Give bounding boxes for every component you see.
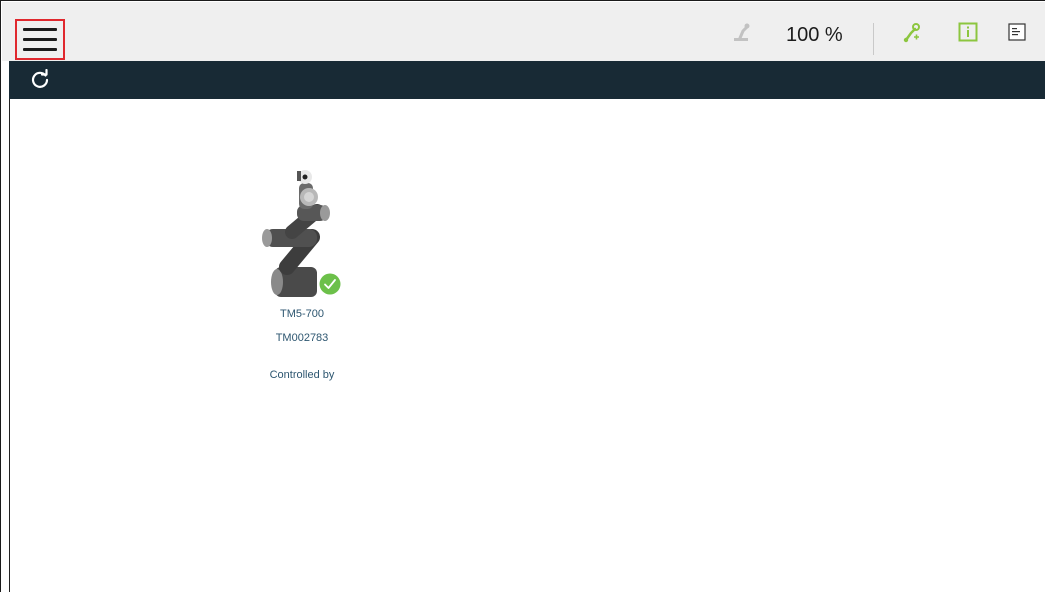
robot-arm-icon xyxy=(734,23,750,41)
robot-connection-button[interactable] xyxy=(899,2,927,61)
network-robot-icon xyxy=(903,22,920,42)
controlled-by-label: Controlled by xyxy=(269,369,335,381)
app-window: 100 % TM5-700 TM002783 Controlled by xyxy=(0,0,1045,592)
robot-serial: TM002783 xyxy=(275,332,329,344)
check-badge-icon xyxy=(319,273,341,295)
zoom-level: 100 % xyxy=(786,24,843,46)
info-button[interactable] xyxy=(955,2,981,61)
refresh-button[interactable] xyxy=(29,68,51,91)
refresh-icon xyxy=(31,68,49,88)
hamburger-bar xyxy=(23,38,57,41)
robot-card[interactable]: TM5-700 TM002783 Controlled by xyxy=(247,167,357,382)
hamburger-menu-button[interactable] xyxy=(15,19,65,60)
robot-model: TM5-700 xyxy=(279,308,325,320)
top-toolbar: 100 % xyxy=(2,2,1045,61)
toolbar-divider xyxy=(873,23,874,55)
log-button[interactable] xyxy=(1005,2,1029,61)
hamburger-bar xyxy=(23,48,57,51)
hamburger-bar xyxy=(23,28,57,31)
navigation-bar xyxy=(9,61,1045,99)
info-icon xyxy=(958,22,978,41)
robot-image xyxy=(257,167,347,299)
robot-arm-button[interactable] xyxy=(728,2,756,61)
log-icon xyxy=(1008,22,1026,41)
robot-list-area: TM5-700 TM002783 Controlled by xyxy=(9,99,1045,592)
